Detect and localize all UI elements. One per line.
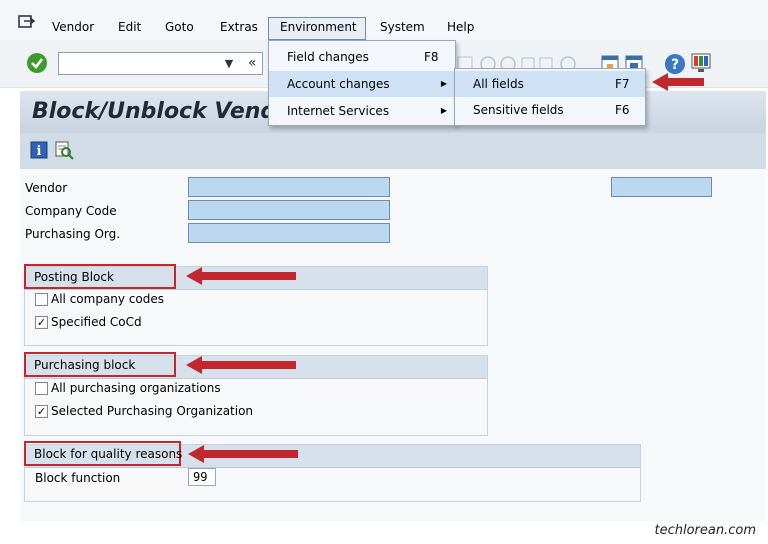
specified-cocd-label: Specified CoCd [51,315,142,329]
quality-block-title: Block for quality reasons [34,447,183,461]
block-function-label: Block function [35,471,121,485]
posting-block-title: Posting Block [34,270,114,284]
field-changes-shortcut: F8 [424,50,439,64]
info-icon[interactable]: i [30,141,48,159]
purchasing-block-title: Purchasing block [34,358,136,372]
all-purchasing-orgs-checkbox[interactable] [35,382,48,395]
all-company-codes-label: All company codes [51,292,165,306]
posting-block-arrow [186,267,296,285]
submenu-arrow-icon: ▶ [440,79,447,88]
purchasing-org-label: Purchasing Org. [25,227,121,241]
display-details-icon[interactable] [54,140,74,160]
application-toolbar [20,133,766,169]
all-fields-arrow [652,73,704,91]
vendor-name-field [611,177,712,197]
menu-icon[interactable] [18,14,36,30]
environment-dropdown-menu: Field changes F8 Account changes ▶ Inter… [268,40,456,126]
back-history-button[interactable]: « [248,55,257,71]
menu-extras[interactable]: Extras [220,20,258,34]
all-fields-label: All fields [473,77,524,91]
menu-vendor[interactable]: Vendor [52,20,94,34]
field-changes-label: Field changes [287,50,369,64]
block-function-field[interactable]: 99 [188,468,216,486]
menu-environment[interactable]: Environment [280,20,357,34]
internet-services-label: Internet Services [287,104,390,118]
all-company-codes-checkbox[interactable] [35,293,48,306]
all-fields-shortcut: F7 [615,77,630,91]
account-changes-label: Account changes [287,77,390,91]
vendor-label: Vendor [25,181,68,195]
quality-block-arrow [188,445,298,463]
specified-cocd-checkbox[interactable]: ✓ [35,316,48,329]
selected-purchasing-org-label: Selected Purchasing Organization [51,404,254,418]
purchasing-org-field[interactable] [188,223,390,243]
purchasing-block-arrow [186,356,296,374]
vendor-field[interactable] [188,177,390,197]
watermark-text: techlorean.com [654,523,757,538]
menu-item-internet-services[interactable]: Internet Services ▶ [269,98,455,124]
svg-text:i: i [37,144,42,159]
sensitive-fields-shortcut: F6 [615,103,630,117]
menu-item-field-changes[interactable]: Field changes F8 [269,44,455,70]
menu-edit[interactable]: Edit [118,20,141,34]
all-purchasing-orgs-label: All purchasing organizations [51,381,221,395]
menu-item-sensitive-fields[interactable]: Sensitive fields F6 [455,97,645,123]
sensitive-fields-label: Sensitive fields [473,103,564,117]
company-code-label: Company Code [25,204,117,218]
menu-item-all-fields[interactable]: All fields F7 [455,71,645,97]
enter-icon[interactable] [26,52,48,74]
menu-help[interactable]: Help [447,20,474,34]
submenu-arrow-icon: ▶ [440,106,447,115]
menu-system[interactable]: System [380,20,425,34]
menu-item-account-changes[interactable]: Account changes ▶ [269,71,455,97]
command-field-dropdown[interactable]: ▼ [214,52,244,75]
account-changes-submenu: All fields F7 Sensitive fields F6 [454,68,646,126]
selected-purchasing-org-checkbox[interactable]: ✓ [35,405,48,418]
company-code-field[interactable] [188,200,390,220]
menu-goto[interactable]: Goto [165,20,194,34]
